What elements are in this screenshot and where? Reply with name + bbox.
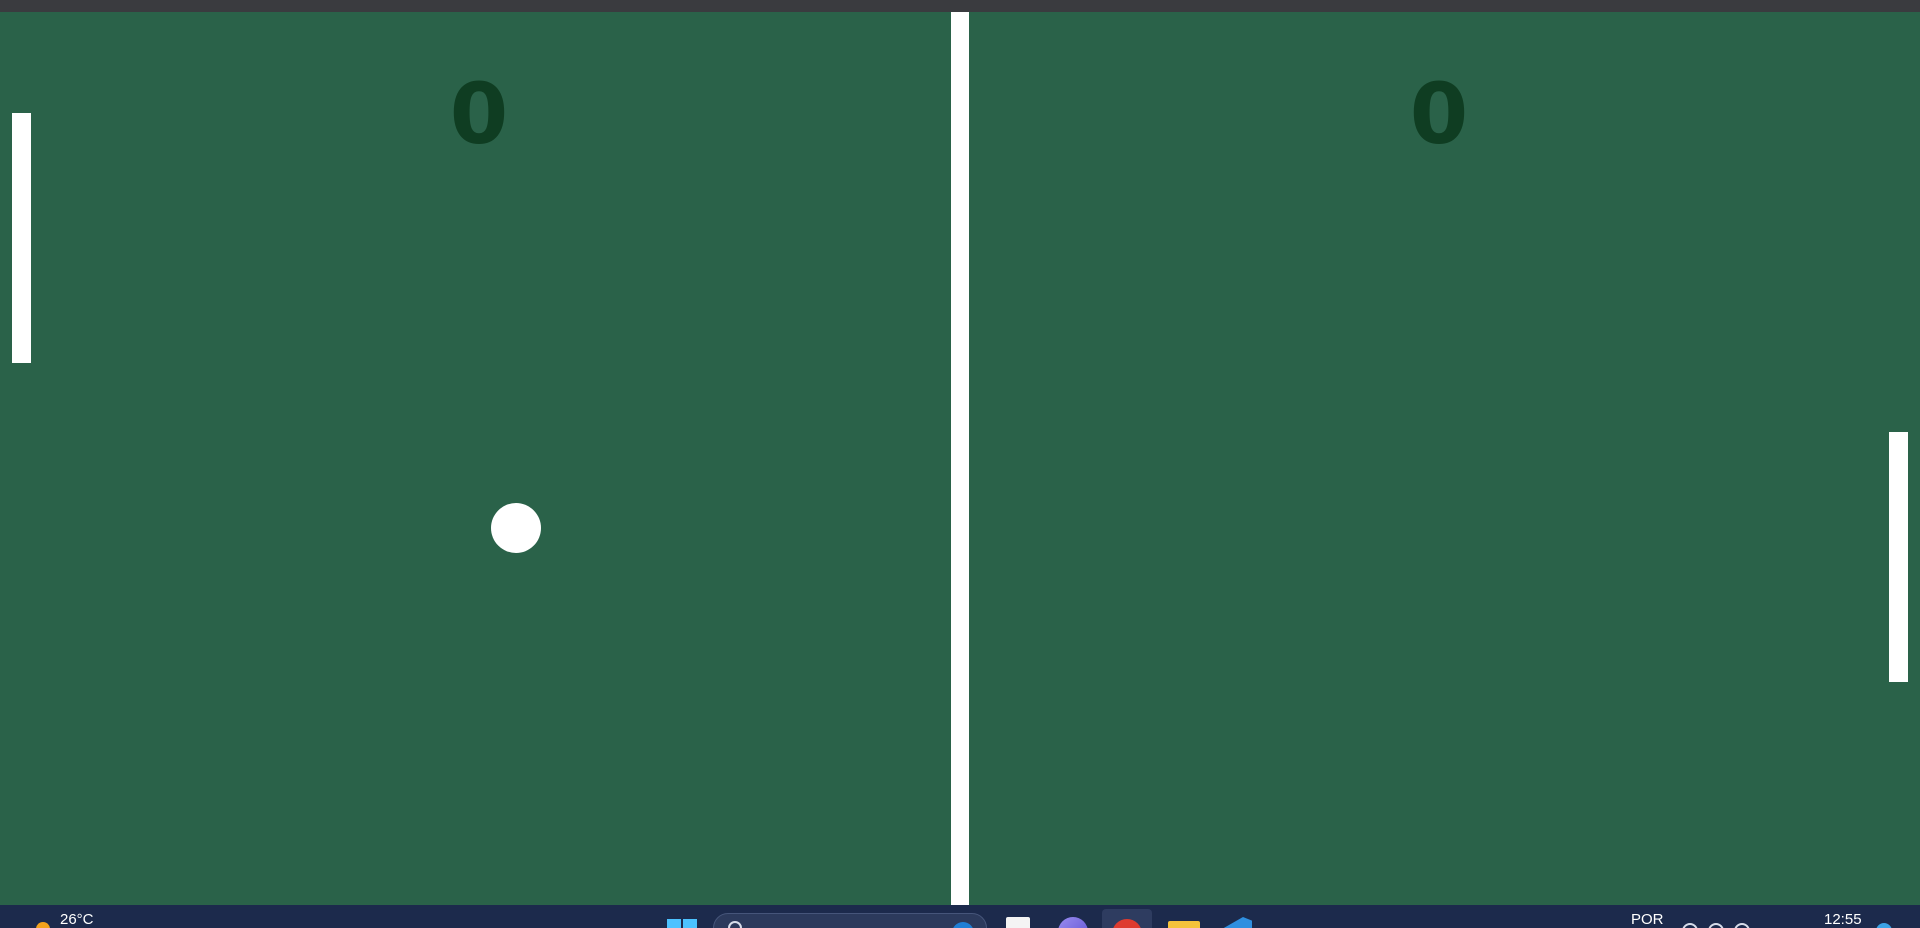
windows-start-icon[interactable] (667, 919, 697, 928)
search-icon (728, 921, 742, 928)
center-net (951, 12, 969, 905)
folder-icon[interactable] (1168, 921, 1200, 928)
battery-icon[interactable] (1734, 923, 1750, 928)
taskbar-search-input[interactable] (713, 913, 987, 928)
right-player-score: 0 (1409, 65, 1469, 163)
windows-taskbar: 26°C POR 12:55 (0, 905, 1920, 928)
ball (491, 503, 541, 553)
bing-icon[interactable] (952, 922, 974, 928)
volume-icon[interactable] (1708, 923, 1724, 928)
left-player-score: 0 (449, 65, 509, 163)
browser-top-bar (0, 0, 1920, 12)
system-tray[interactable] (1682, 923, 1750, 928)
chat-icon[interactable] (1058, 917, 1088, 928)
task-view-icon[interactable] (1006, 917, 1030, 928)
weather-temperature: 26°C (60, 911, 94, 928)
notification-icon[interactable] (1876, 923, 1892, 928)
wifi-icon[interactable] (1682, 923, 1698, 928)
right-paddle[interactable] (1889, 432, 1908, 682)
language-indicator[interactable]: POR (1631, 912, 1664, 928)
taskbar-clock[interactable]: 12:55 (1824, 912, 1862, 928)
sun-icon (36, 922, 50, 928)
weather-widget[interactable]: 26°C (36, 912, 94, 928)
left-paddle[interactable] (12, 113, 31, 363)
vscode-icon[interactable] (1222, 917, 1252, 928)
